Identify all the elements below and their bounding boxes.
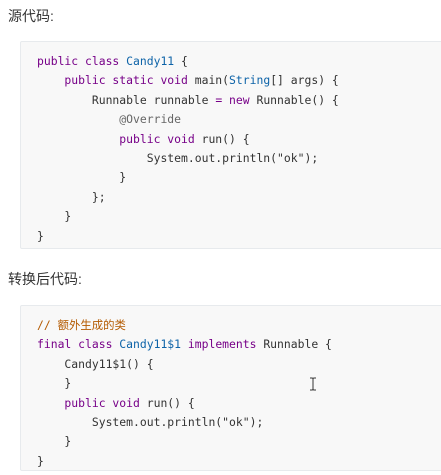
code-token: { (174, 54, 188, 68)
code-line: }; (37, 190, 106, 204)
code-line: } (37, 376, 71, 390)
code-token: final class (37, 337, 120, 352)
converted-code-heading: 转换后代码: (8, 271, 82, 287)
code-token: } (37, 434, 72, 449)
code-line: System.out.println("ok"); (37, 415, 263, 429)
code-token: public void (37, 131, 202, 146)
code-token: Runnable runnable (37, 92, 216, 107)
code-token: String (229, 73, 271, 88)
code-token: [] args) { (270, 73, 339, 88)
code-token: Runnable { (263, 337, 332, 352)
code-token: Candy11$1() { (37, 356, 154, 371)
code-token: } (37, 376, 72, 391)
code-line: } (37, 209, 71, 223)
code-line: } (37, 434, 71, 448)
code-token: } (37, 228, 44, 243)
code-line: final class Candy11$1 implements Runnabl… (37, 337, 332, 351)
code-token: "ok" (222, 415, 250, 430)
code-line: public void run() { (37, 395, 195, 410)
code-token: System.out.println( (37, 415, 223, 430)
code-line: System.out.println("ok"); (37, 151, 318, 165)
code-line: public void run() { (37, 131, 250, 146)
code-token: @Override (37, 112, 182, 127)
code-token: // 额外生成的类 (37, 318, 126, 332)
source-code-heading: 源代码: (8, 8, 54, 24)
code-line: Candy11$1() { (37, 356, 154, 371)
code-token: implements (181, 337, 264, 352)
code-token: "ok" (277, 151, 305, 166)
code-line: } (37, 170, 126, 184)
code-token: Candy11$1 (119, 337, 182, 352)
converted-code-block[interactable]: // 额外生成的类 final class Candy11$1 implemen… (20, 305, 441, 471)
code-token: public void (37, 395, 147, 410)
code-token: main( (194, 73, 230, 88)
converted-code-text: // 额外生成的类 final class Candy11$1 implemen… (37, 316, 441, 471)
code-token: public static void (37, 73, 195, 88)
code-token: ); (249, 415, 264, 430)
source-code-block[interactable]: public class Candy11 { public static voi… (20, 41, 441, 249)
text-cursor-icon (310, 377, 316, 391)
code-token: } (37, 453, 44, 468)
code-line: @Override (37, 112, 181, 126)
code-token: } (37, 209, 72, 224)
code-token: ); (304, 151, 319, 166)
source-code-text: public class Candy11 { public static voi… (37, 52, 441, 246)
code-token: public class (37, 54, 127, 68)
code-line: } (37, 229, 44, 243)
code-line: } (37, 454, 44, 468)
code-line: public static void main(String[] args) { (37, 73, 339, 88)
code-token: run() { (146, 395, 195, 410)
code-token: }; (37, 189, 106, 204)
code-token: } (37, 170, 127, 185)
code-token: Candy11 (126, 54, 175, 68)
code-token: System.out.println( (37, 151, 278, 166)
code-line: // 额外生成的类 (37, 318, 126, 332)
code-line: public class Candy11 { (37, 54, 188, 68)
code-line: Runnable runnable = new Runnable() { (37, 93, 339, 107)
code-token: = new (215, 92, 257, 107)
code-token: Runnable() { (256, 92, 339, 107)
code-token: run() { (201, 131, 250, 146)
